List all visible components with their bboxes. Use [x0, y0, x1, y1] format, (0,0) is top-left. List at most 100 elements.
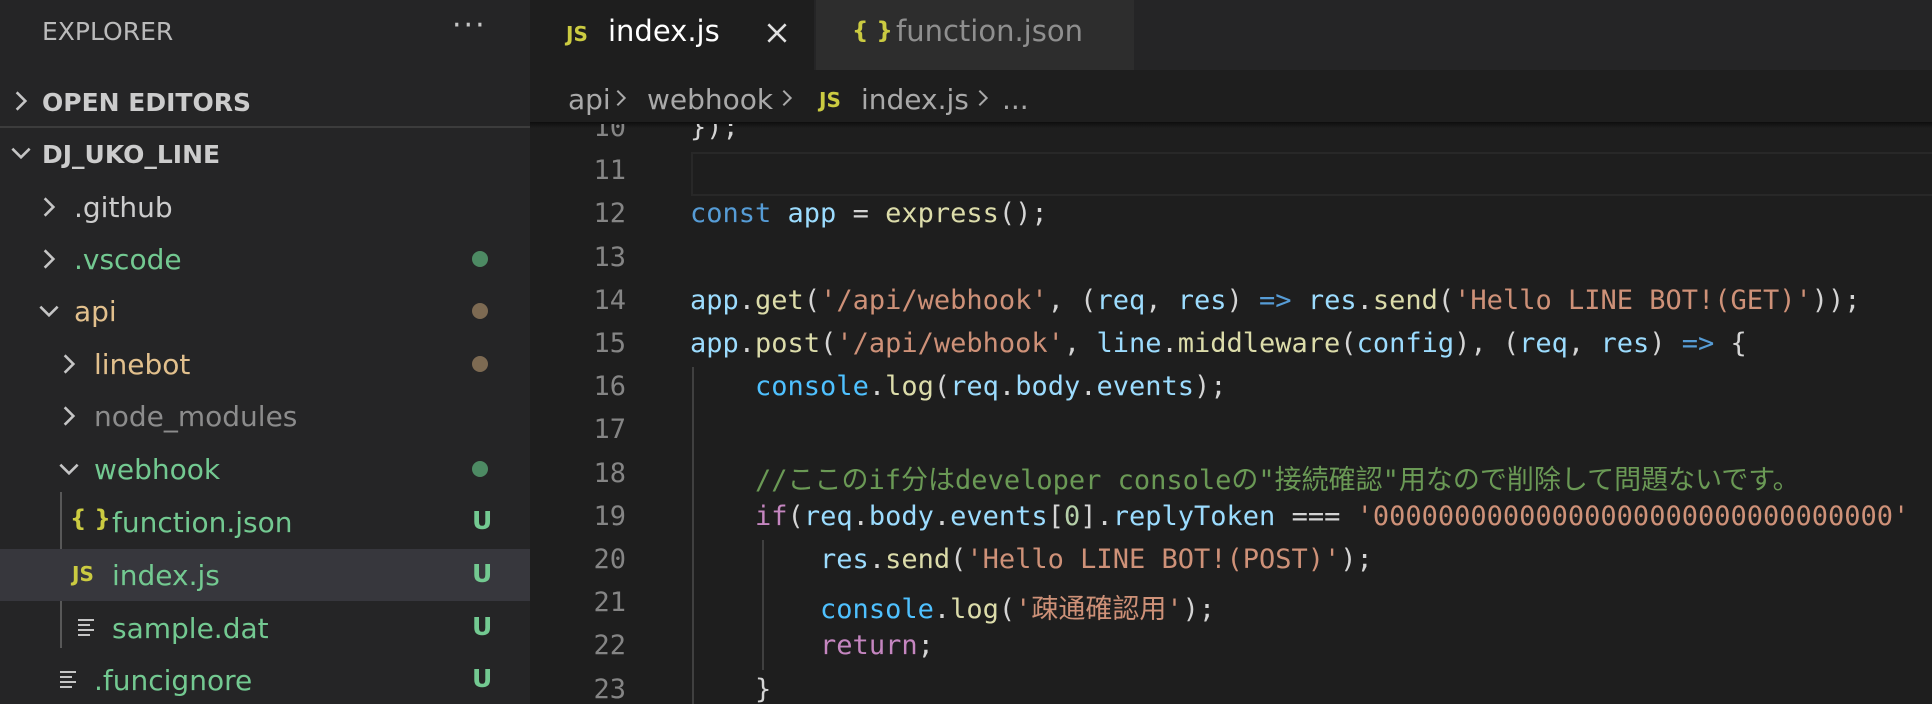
section-label: DJ_UKO_LINE: [42, 140, 221, 169]
line-number: 20: [593, 544, 626, 575]
code-token: .: [1161, 328, 1178, 359]
code-token: .: [738, 284, 756, 316]
code-text: app.post('/api/webhook', line.middleware…: [690, 328, 1747, 359]
breadcrumb-item[interactable]: api: [568, 83, 611, 116]
status-dot: [472, 356, 488, 372]
code-token: ].: [1080, 500, 1113, 532]
code-token: ,: [1063, 328, 1097, 359]
tree-item-node-modules[interactable]: node_modules: [0, 390, 530, 442]
code-line[interactable]: 13: [530, 238, 1932, 281]
code-editor[interactable]: 10}); 11 12 const app = express(); 13 14 app.g…: [530, 124, 1932, 704]
code-line[interactable]: 12 const app = express();: [530, 194, 1932, 237]
explorer-header: EXPLORER ···: [0, 0, 530, 66]
tree-item-index-js[interactable]: JS index.js U: [0, 549, 530, 601]
code-token: post: [755, 328, 821, 359]
chevron-right-icon: [978, 89, 989, 107]
breadcrumb-item[interactable]: webhook: [647, 83, 773, 116]
code-token: req: [1519, 328, 1568, 359]
chevron-down-icon: [59, 463, 79, 476]
code-token: .: [933, 594, 951, 626]
chevron-right-icon: [15, 91, 28, 111]
code-line[interactable]: 17: [530, 410, 1932, 453]
code-token: (: [1437, 284, 1455, 316]
code-token: events: [1096, 371, 1195, 403]
chevron-right-icon: [43, 197, 56, 217]
current-line-highlight: [691, 152, 1932, 197]
code-token: res: [1307, 284, 1357, 316]
code-token: (: [787, 500, 804, 532]
code-token: .: [998, 371, 1016, 403]
code-token: ): [1226, 284, 1260, 316]
code-text: console.log(req.body.events);: [690, 371, 1227, 402]
code-line[interactable]: 21 console.log('疎通確認用');: [530, 583, 1932, 626]
close-icon[interactable]: [764, 20, 790, 46]
breadcrumb-item[interactable]: ...: [1002, 83, 1029, 116]
code-text: console.log('疎通確認用');: [690, 587, 1215, 626]
code-token: .: [738, 328, 756, 359]
status-dot: [472, 303, 488, 319]
section-open-editors[interactable]: OPEN EDITORS: [0, 76, 530, 128]
code-token: console: [820, 594, 934, 626]
breadcrumb-item[interactable]: index.js: [861, 83, 969, 116]
code-token: }: [690, 673, 772, 704]
code-token: '00000000000000000000000000000000': [1356, 500, 1910, 532]
chevron-down-icon: [39, 305, 59, 318]
untracked-badge: U: [472, 559, 493, 588]
code-line[interactable]: 14 app.get('/api/webhook', (req, res) => …: [530, 281, 1932, 324]
code-text: app.get('/api/webhook', (req, res) => re…: [690, 285, 1861, 316]
tree-item-api[interactable]: api: [0, 285, 530, 337]
code-line[interactable]: 18 //ここのif分はdeveloper consoleの"接続確認"用なので…: [530, 454, 1932, 497]
code-token: ===: [1275, 500, 1357, 532]
code-token: ();: [998, 198, 1048, 230]
code-token: log: [885, 371, 934, 403]
tree-item-function-json[interactable]: { } function.json U: [0, 496, 530, 548]
tree-item-linebot[interactable]: linebot: [0, 338, 530, 390]
line-number: 14: [593, 284, 626, 316]
breadcrumb: api webhook JS index.js ...: [530, 70, 1932, 124]
tree-item-github[interactable]: .github: [0, 181, 530, 233]
code-text: res.send('Hello LINE BOT!(POST)');: [690, 544, 1373, 575]
code-text: const app = express();: [690, 198, 1048, 229]
line-number: 12: [593, 198, 626, 230]
code-token: );: [1194, 371, 1227, 403]
code-line[interactable]: 20 res.send('Hello LINE BOT!(POST)');: [530, 540, 1932, 583]
code-line[interactable]: 16 console.log(req.body.events);: [530, 367, 1932, 410]
code-token: return: [820, 630, 918, 662]
tab-index-js[interactable]: JS index.js: [530, 0, 814, 70]
code-line[interactable]: 10});: [530, 124, 1932, 151]
line-number: 19: [593, 500, 626, 532]
tree-item-label: webhook: [94, 453, 221, 486]
code-token: app: [690, 284, 739, 316]
code-text: return;: [690, 630, 934, 661]
tab-label: index.js: [608, 14, 720, 48]
tree-item-label: .funcignore: [94, 664, 253, 697]
code-text: if(req.body.events[0].replyToken === '00…: [690, 501, 1909, 532]
code-line[interactable]: 22 return;: [530, 626, 1932, 669]
tree-item-funcignore[interactable]: .funcignore U: [0, 654, 530, 704]
code-token: (: [803, 284, 821, 316]
explorer-title: EXPLORER: [42, 17, 174, 46]
tree-item-webhook[interactable]: webhook: [0, 443, 530, 495]
ellipsis-icon[interactable]: ···: [452, 8, 487, 43]
tree-item-label: sample.dat: [112, 612, 269, 645]
code-text: });: [690, 124, 739, 143]
code-token: send: [1372, 284, 1438, 316]
code-line[interactable]: 19 if(req.body.events[0].replyToken === …: [530, 497, 1932, 540]
code-token: body: [1015, 371, 1081, 403]
chevron-right-icon: [43, 249, 56, 269]
section-project[interactable]: DJ_UKO_LINE: [0, 128, 530, 180]
tree-item-label: .vscode: [74, 243, 182, 276]
code-line[interactable]: 15 app.post('/api/webhook', line.middlewa…: [530, 324, 1932, 367]
tab-function-json[interactable]: { } function.json: [816, 0, 1134, 70]
tree-item-vscode[interactable]: .vscode: [0, 233, 530, 285]
code-token: res: [820, 544, 869, 575]
code-line[interactable]: 23 }: [530, 670, 1932, 704]
code-token: //ここのif分はdeveloper consoleの"接続確認"用なので削除し…: [755, 464, 1800, 496]
code-token: body: [868, 500, 934, 532]
line-number: 13: [593, 241, 626, 273]
tree-item-sample-dat[interactable]: sample.dat U: [0, 602, 530, 654]
untracked-badge: U: [472, 612, 493, 641]
untracked-badge: U: [472, 506, 493, 535]
